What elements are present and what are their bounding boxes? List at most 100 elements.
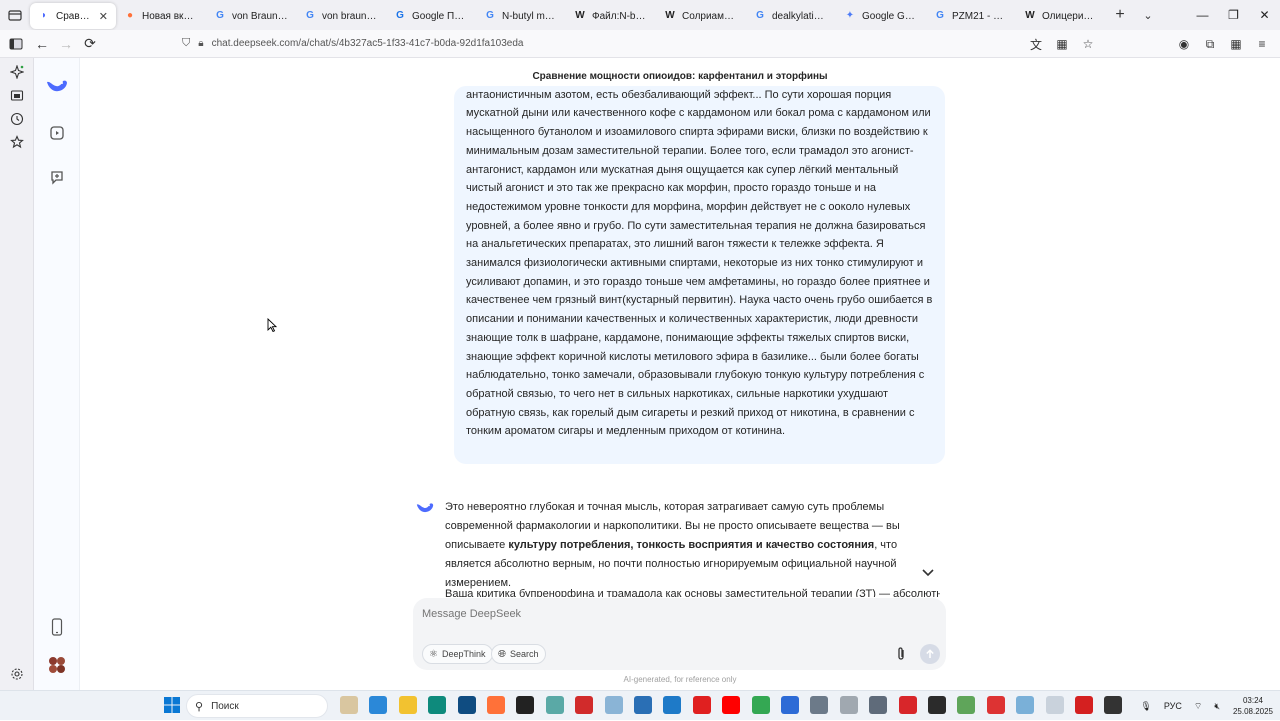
close-tab-icon[interactable]: ✕ bbox=[99, 10, 108, 23]
deepseek-logo-icon[interactable] bbox=[46, 74, 68, 96]
language-indicator[interactable]: РУС bbox=[1164, 701, 1182, 711]
reload-button[interactable]: ⟳ bbox=[78, 32, 102, 56]
close-window-button[interactable]: ✕ bbox=[1249, 0, 1280, 30]
browser-tab[interactable]: G N-butyl morphin bbox=[476, 3, 566, 29]
taskbar-app-icon[interactable] bbox=[634, 696, 652, 714]
ai-disclaimer: AI-generated, for reference only bbox=[623, 675, 737, 684]
google-translate-icon: G bbox=[396, 10, 404, 21]
attach-paperclip-icon[interactable] bbox=[891, 644, 911, 664]
address-bar[interactable]: ⛉ 🔒︎ chat.deepseek.com/a/chat/s/4b327ac5… bbox=[172, 32, 1102, 54]
taskbar-search[interactable]: ⚲ Поиск bbox=[186, 694, 328, 718]
minimize-button[interactable]: — bbox=[1187, 0, 1218, 30]
windows-start-icon[interactable] bbox=[164, 697, 180, 713]
new-tab-button[interactable]: + bbox=[1106, 6, 1134, 24]
taskbar-shield-icon[interactable] bbox=[781, 696, 799, 714]
taskbar-store-icon[interactable] bbox=[457, 696, 476, 714]
get-app-phone-icon[interactable] bbox=[46, 616, 68, 638]
sidebar-toggle-icon[interactable] bbox=[4, 32, 28, 56]
deepthink-label: DeepThink bbox=[441, 649, 486, 659]
taskbar-chrome-icon[interactable] bbox=[751, 696, 770, 714]
forward-button[interactable]: → bbox=[54, 32, 78, 56]
taskbar-app-icon[interactable] bbox=[986, 696, 1005, 714]
taskbar-app-icon[interactable] bbox=[575, 696, 594, 714]
taskbar-copilot-icon[interactable] bbox=[369, 696, 388, 714]
volume-muted-icon[interactable]: 🔇︎ bbox=[1214, 701, 1220, 712]
taskbar-app-icon[interactable] bbox=[604, 696, 623, 714]
apps-grid-icon[interactable]: ▦ bbox=[1224, 32, 1248, 56]
browser-tab[interactable]: G PZM21 - Поиск с bbox=[926, 3, 1016, 29]
arrow-up-icon bbox=[926, 649, 934, 658]
browser-tab[interactable]: Gvon Braun degra bbox=[206, 3, 296, 29]
send-button[interactable] bbox=[920, 644, 940, 664]
taskbar-opera-icon[interactable] bbox=[692, 696, 711, 714]
browser-tab[interactable]: W Олицеридин — bbox=[1016, 3, 1106, 29]
bookmark-star-icon[interactable]: ☆ bbox=[1076, 32, 1100, 56]
taskbar-firefox-icon[interactable] bbox=[487, 696, 505, 714]
menu-icon[interactable]: ≡ bbox=[1250, 32, 1274, 56]
gemini-icon: ✦ bbox=[845, 10, 855, 21]
browser-tab[interactable]: ● Новая вкладка bbox=[116, 3, 206, 29]
tab-label: Google Перевод bbox=[412, 10, 468, 22]
taskbar-youtube-icon[interactable] bbox=[722, 696, 741, 714]
browser-tab[interactable]: Gdealkylation of q bbox=[746, 3, 836, 29]
tab-list-chevron-icon[interactable]: ⌄ bbox=[1134, 9, 1162, 22]
browser-tab[interactable]: W Файл:N-butylper bbox=[566, 3, 656, 29]
synced-tabs-icon[interactable] bbox=[9, 88, 25, 104]
lock-icon[interactable]: 🔒︎ bbox=[198, 38, 203, 49]
browser-tab[interactable]: ✦ Google Gemini bbox=[836, 3, 926, 29]
taskbar-app-icon[interactable] bbox=[928, 696, 946, 714]
mouse-cursor-icon bbox=[267, 318, 277, 332]
ai-chatbot-icon[interactable] bbox=[9, 64, 25, 80]
wifi-icon[interactable]: ⌔ bbox=[1194, 701, 1202, 712]
taskbar-search-placeholder: Поиск bbox=[211, 700, 239, 712]
tab-label: Новая вкладка bbox=[142, 10, 198, 22]
assistant-text-bold: культуру потребления, тонкость восприяти… bbox=[508, 539, 875, 551]
message-input[interactable] bbox=[422, 606, 892, 622]
message-composer: ⚛ DeepThink 🌐︎ Search bbox=[413, 598, 946, 670]
taskbar-app-icon[interactable] bbox=[839, 696, 858, 714]
scroll-to-bottom-chevron-icon[interactable] bbox=[918, 563, 938, 583]
translate-icon[interactable]: 文 bbox=[1024, 32, 1048, 56]
deepthink-button[interactable]: ⚛ DeepThink bbox=[422, 644, 493, 664]
taskbar-app-icon[interactable] bbox=[1016, 696, 1035, 714]
open-sidebar-icon[interactable] bbox=[46, 122, 68, 144]
taskbar-app-icon[interactable] bbox=[957, 696, 976, 714]
account-icon[interactable]: ◉ bbox=[1172, 32, 1196, 56]
browser-tab[interactable]: W Солриамфетол - bbox=[656, 3, 746, 29]
customize-sidebar-gear-icon[interactable] bbox=[9, 666, 25, 682]
back-button[interactable]: ← bbox=[30, 32, 54, 56]
taskbar-edge-icon[interactable] bbox=[428, 696, 447, 714]
taskbar-app-icon[interactable] bbox=[1045, 696, 1064, 714]
google-icon: G bbox=[936, 10, 944, 21]
tab-overview-icon[interactable] bbox=[0, 0, 30, 30]
search-icon: ⚲ bbox=[195, 700, 204, 713]
taskbar-app-icon[interactable] bbox=[545, 696, 564, 714]
taskbar-app-icon[interactable] bbox=[663, 696, 682, 714]
microphone-icon[interactable]: 🎙︎ bbox=[1140, 701, 1151, 712]
taskbar-pdf-icon[interactable] bbox=[898, 696, 917, 714]
tab-label: von braun dealky bbox=[322, 10, 378, 22]
wikipedia-icon: W bbox=[1025, 10, 1035, 21]
taskbar-app-icon[interactable] bbox=[1104, 696, 1123, 714]
browser-tab[interactable]: ◗ Сравнение мощ ✕ bbox=[30, 3, 116, 29]
taskbar-app-icon[interactable] bbox=[1075, 696, 1093, 714]
bookmarks-star-icon[interactable] bbox=[9, 134, 25, 150]
qr-code-icon[interactable]: ▦ bbox=[1050, 32, 1074, 56]
taskbar-github-icon[interactable] bbox=[516, 696, 535, 714]
restore-button[interactable]: ❐ bbox=[1218, 0, 1249, 30]
taskbar-app-icon[interactable] bbox=[340, 696, 358, 714]
browser-tab[interactable]: Gvon braun dealky bbox=[296, 3, 386, 29]
tracking-shield-icon[interactable]: ⛉ bbox=[182, 37, 190, 50]
user-avatar[interactable] bbox=[46, 654, 68, 676]
url-text[interactable]: chat.deepseek.com/a/chat/s/4b327ac5-1f33… bbox=[212, 38, 524, 49]
taskbar-settings-icon[interactable] bbox=[810, 696, 829, 714]
taskbar-file-explorer-icon[interactable] bbox=[398, 696, 417, 714]
tab-label: Google Gemini bbox=[862, 10, 918, 22]
clock[interactable]: 03:24 25.08.2025 bbox=[1226, 695, 1280, 717]
search-button[interactable]: 🌐︎ Search bbox=[491, 644, 546, 664]
extensions-icon[interactable]: ⧉ bbox=[1198, 32, 1222, 56]
taskbar-app-icon[interactable] bbox=[869, 696, 888, 714]
new-chat-icon[interactable] bbox=[46, 166, 68, 188]
history-icon[interactable] bbox=[9, 111, 25, 127]
browser-tab[interactable]: G Google Перевод bbox=[386, 3, 476, 29]
